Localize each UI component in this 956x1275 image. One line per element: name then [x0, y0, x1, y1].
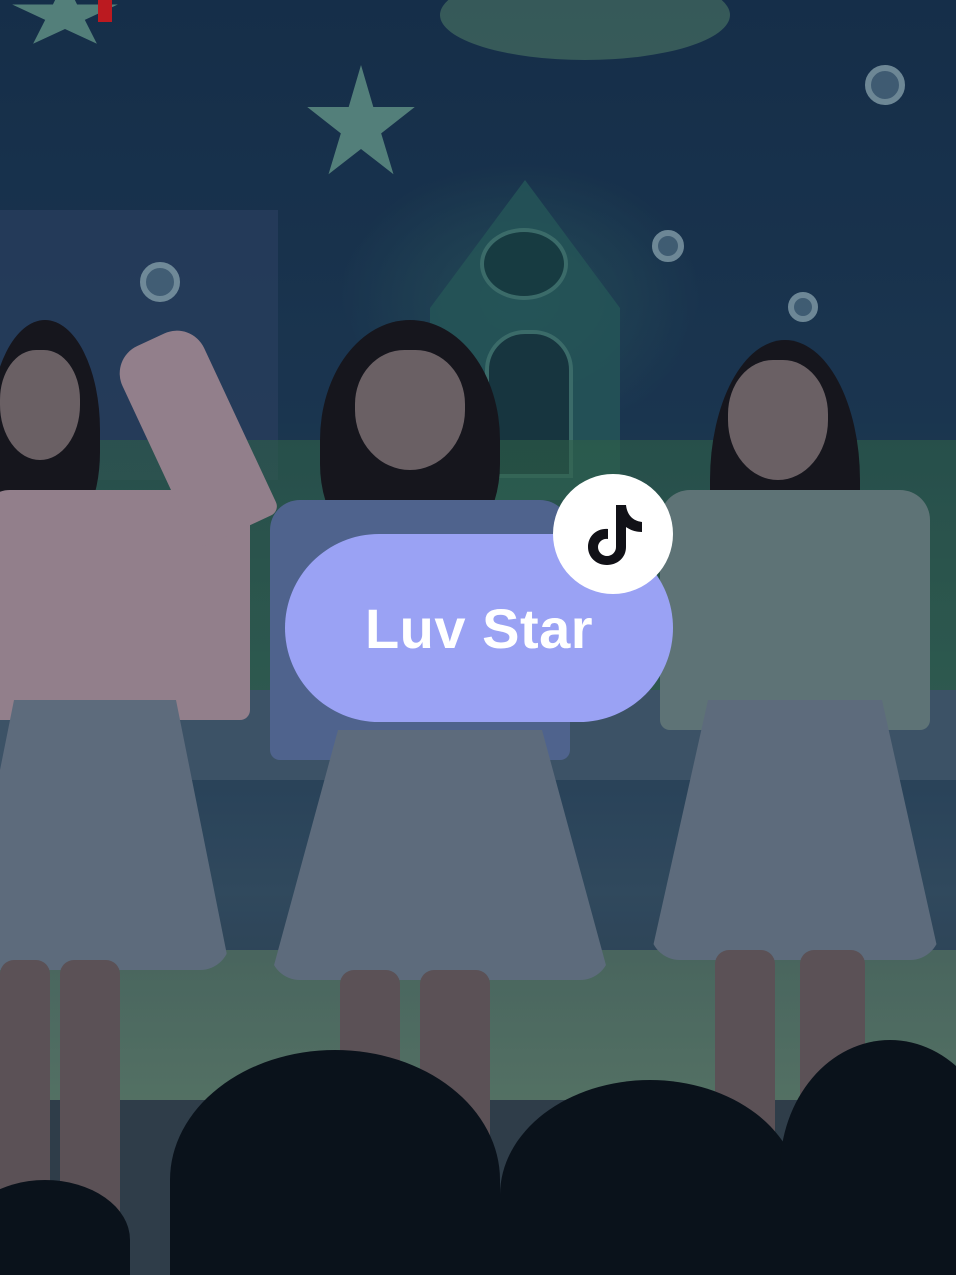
tiktok-logo-icon: [588, 505, 642, 565]
tiktok-badge[interactable]: [553, 474, 673, 594]
video-frame[interactable]: Luv Star: [0, 0, 956, 1275]
sound-title: Luv Star: [364, 596, 594, 660]
